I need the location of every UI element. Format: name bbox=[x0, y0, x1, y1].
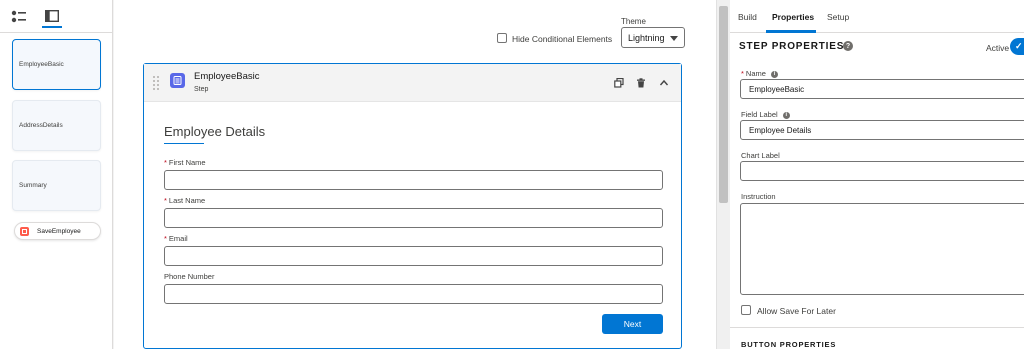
panel-tabs: Build Properties Setup bbox=[730, 0, 1024, 33]
left-sidebar: EmployeeBasic AddressDetails Summary Sav… bbox=[0, 0, 113, 349]
last-name-input[interactable] bbox=[164, 208, 663, 228]
action-icon bbox=[20, 226, 29, 236]
step-card-label: Summary bbox=[19, 182, 47, 189]
check-icon: ✓ bbox=[1015, 41, 1023, 51]
button-properties-title: BUTTON PROPERTIES bbox=[741, 340, 837, 349]
field-label-label: Field Label i bbox=[741, 110, 790, 119]
copy-icon[interactable] bbox=[613, 77, 624, 88]
scrollbar-thumb[interactable] bbox=[719, 6, 728, 203]
name-label: * Name i bbox=[741, 69, 778, 78]
tab-build[interactable]: Build bbox=[738, 12, 757, 22]
email-input[interactable] bbox=[164, 246, 663, 266]
name-input[interactable]: EmployeeBasic bbox=[740, 79, 1024, 99]
email-label-text: Email bbox=[168, 234, 188, 243]
trash-icon[interactable] bbox=[635, 77, 646, 88]
email-label: * Email bbox=[164, 234, 188, 243]
step-card-summary[interactable]: Summary bbox=[12, 160, 101, 211]
name-label-text: Name bbox=[745, 69, 766, 78]
info-icon[interactable]: i bbox=[770, 70, 778, 78]
step-card-addressdetails[interactable]: AddressDetails bbox=[12, 100, 101, 151]
theme-select-value: Lightning bbox=[628, 32, 665, 43]
tab-active-indicator bbox=[766, 30, 816, 33]
drag-handle-icon[interactable] bbox=[153, 76, 160, 90]
hide-conditional-checkbox[interactable] bbox=[497, 33, 507, 43]
step-card-employeebasic[interactable]: EmployeeBasic bbox=[12, 39, 101, 90]
help-icon[interactable]: ? bbox=[843, 41, 853, 51]
chevron-down-icon bbox=[670, 36, 678, 41]
required-mark: * bbox=[741, 69, 744, 78]
action-pill-saveemployee[interactable]: SaveEmployee bbox=[14, 222, 101, 240]
allow-save-for-later-checkbox[interactable] bbox=[741, 305, 751, 315]
phone-number-label: Phone Number bbox=[164, 272, 214, 281]
step-card-label: EmployeeBasic bbox=[19, 61, 64, 68]
action-pill-label: SaveEmployee bbox=[37, 227, 81, 235]
first-name-input[interactable] bbox=[164, 170, 663, 190]
sidebar-toolbar bbox=[0, 0, 112, 33]
tab-properties[interactable]: Properties bbox=[772, 12, 814, 22]
first-name-label-text: First Name bbox=[168, 158, 206, 167]
field-label-input-value: Employee Details bbox=[749, 125, 812, 135]
chart-label-input[interactable] bbox=[740, 161, 1024, 181]
phone-number-label-text: Phone Number bbox=[164, 272, 215, 281]
required-mark: * bbox=[164, 158, 167, 167]
tab-setup[interactable]: Setup bbox=[827, 12, 849, 22]
active-toggle[interactable]: ✓ bbox=[1010, 38, 1024, 55]
instruction-textarea[interactable] bbox=[740, 203, 1024, 295]
required-mark: * bbox=[164, 196, 167, 205]
last-name-label-text: Last Name bbox=[168, 196, 206, 205]
next-button[interactable]: Next bbox=[602, 314, 663, 334]
info-icon[interactable]: i bbox=[782, 111, 790, 119]
step-container[interactable]: EmployeeBasic Step bbox=[143, 63, 682, 349]
allow-save-for-later-label: Allow Save For Later bbox=[757, 306, 836, 316]
step-title: EmployeeBasic bbox=[194, 71, 260, 82]
panel-title: STEP PROPERTIES bbox=[739, 41, 845, 52]
step-subtitle: Step bbox=[194, 86, 209, 93]
canvas-scrollbar[interactable] bbox=[716, 0, 730, 349]
panel-divider bbox=[730, 327, 1024, 328]
theme-label: Theme bbox=[621, 17, 646, 26]
instruction-label: Instruction bbox=[741, 192, 776, 201]
step-card-label: AddressDetails bbox=[19, 122, 63, 129]
chart-label-label: Chart Label bbox=[741, 151, 780, 160]
last-name-label: * Last Name bbox=[164, 196, 205, 205]
panel-view-icon[interactable] bbox=[42, 6, 62, 28]
phone-number-input[interactable] bbox=[164, 284, 663, 304]
field-label-input[interactable]: Employee Details bbox=[740, 120, 1024, 140]
chevron-up-icon[interactable] bbox=[658, 77, 669, 88]
active-label: Active bbox=[986, 43, 1010, 53]
section-underline bbox=[164, 143, 204, 144]
field-label-label-text: Field Label bbox=[741, 110, 778, 119]
theme-select[interactable]: Lightning bbox=[621, 27, 685, 48]
hide-conditional-label: Hide Conditional Elements bbox=[512, 34, 613, 44]
step-icon bbox=[170, 73, 185, 88]
first-name-label: * First Name bbox=[164, 158, 206, 167]
list-view-icon[interactable] bbox=[9, 8, 29, 26]
required-mark: * bbox=[164, 234, 167, 243]
section-title: Employee Details bbox=[164, 124, 266, 139]
step-header: EmployeeBasic Step bbox=[144, 64, 681, 102]
name-input-value: EmployeeBasic bbox=[749, 84, 805, 94]
